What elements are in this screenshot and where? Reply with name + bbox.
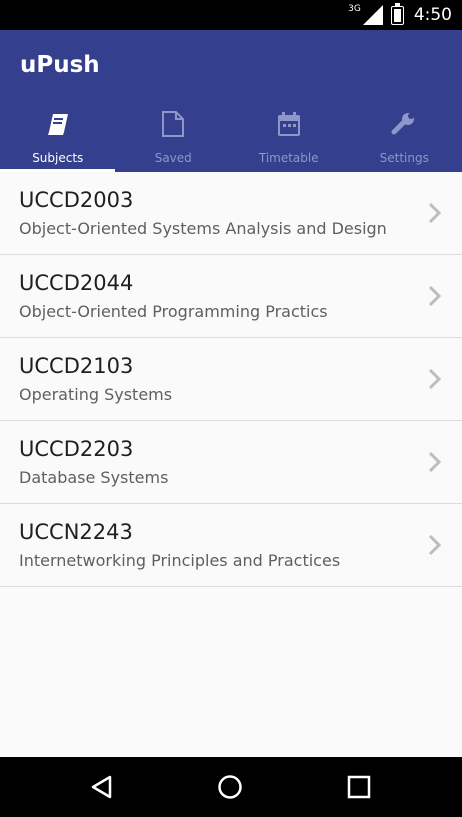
tab-saved[interactable]: Saved — [116, 107, 232, 172]
chevron-right-icon — [428, 368, 442, 390]
book-icon — [47, 114, 68, 135]
subject-code: UCCD2203 — [19, 437, 134, 461]
tab-label: Saved — [154, 151, 192, 165]
subject-code: UCCD2044 — [19, 271, 134, 295]
tab-label: Settings — [379, 151, 429, 165]
subject-item[interactable]: UCCN2243 Internetworking Principles and … — [0, 504, 462, 587]
subject-name: Internetworking Principles and Practices — [19, 551, 341, 570]
navigation-bar — [0, 757, 462, 817]
subject-name: Database Systems — [19, 468, 169, 487]
subject-code: UCCD2003 — [19, 188, 134, 212]
app-title: uPush — [20, 52, 100, 78]
wrench-icon — [391, 113, 415, 135]
subject-code: UCCN2243 — [19, 520, 133, 544]
recents-icon[interactable] — [346, 774, 372, 800]
document-icon — [162, 111, 185, 137]
subject-list: UCCD2003 Object-Oriented Systems Analysi… — [0, 172, 462, 587]
status-icons: 3G 4:50 — [348, 2, 452, 26]
status-bar: 3G 4:50 — [0, 0, 462, 30]
tab-label: Subjects — [32, 151, 84, 165]
tab-settings[interactable]: Settings — [347, 107, 462, 172]
chevron-right-icon — [428, 285, 442, 307]
chevron-right-icon — [428, 534, 442, 556]
network-type: 3G — [348, 4, 361, 14]
subject-item[interactable]: UCCD2103 Operating Systems — [0, 338, 462, 421]
subject-item[interactable]: UCCD2003 Object-Oriented Systems Analysi… — [0, 172, 462, 255]
subject-code: UCCD2103 — [19, 354, 134, 378]
chevron-right-icon — [428, 451, 442, 473]
tab-bar: Subjects Saved Timetable Settings — [0, 107, 462, 172]
subject-name: Object-Oriented Programming Practics — [19, 302, 328, 321]
chevron-right-icon — [428, 202, 442, 224]
home-icon[interactable] — [217, 774, 243, 800]
subject-item[interactable]: UCCD2044 Object-Oriented Programming Pra… — [0, 255, 462, 338]
tab-label: Timetable — [258, 151, 319, 165]
app-bar: uPush Subjects Saved Timetable Settings — [0, 30, 462, 172]
calendar-icon — [277, 112, 300, 136]
battery-icon — [390, 2, 404, 25]
subject-item[interactable]: UCCD2203 Database Systems — [0, 421, 462, 504]
status-time: 4:50 — [413, 5, 452, 25]
signal-icon — [362, 5, 383, 25]
tab-timetable[interactable]: Timetable — [231, 107, 347, 172]
subject-name: Operating Systems — [19, 385, 173, 404]
back-icon[interactable] — [89, 774, 115, 800]
tab-subjects[interactable]: Subjects — [0, 107, 116, 172]
subject-name: Object-Oriented Systems Analysis and Des… — [19, 219, 387, 238]
